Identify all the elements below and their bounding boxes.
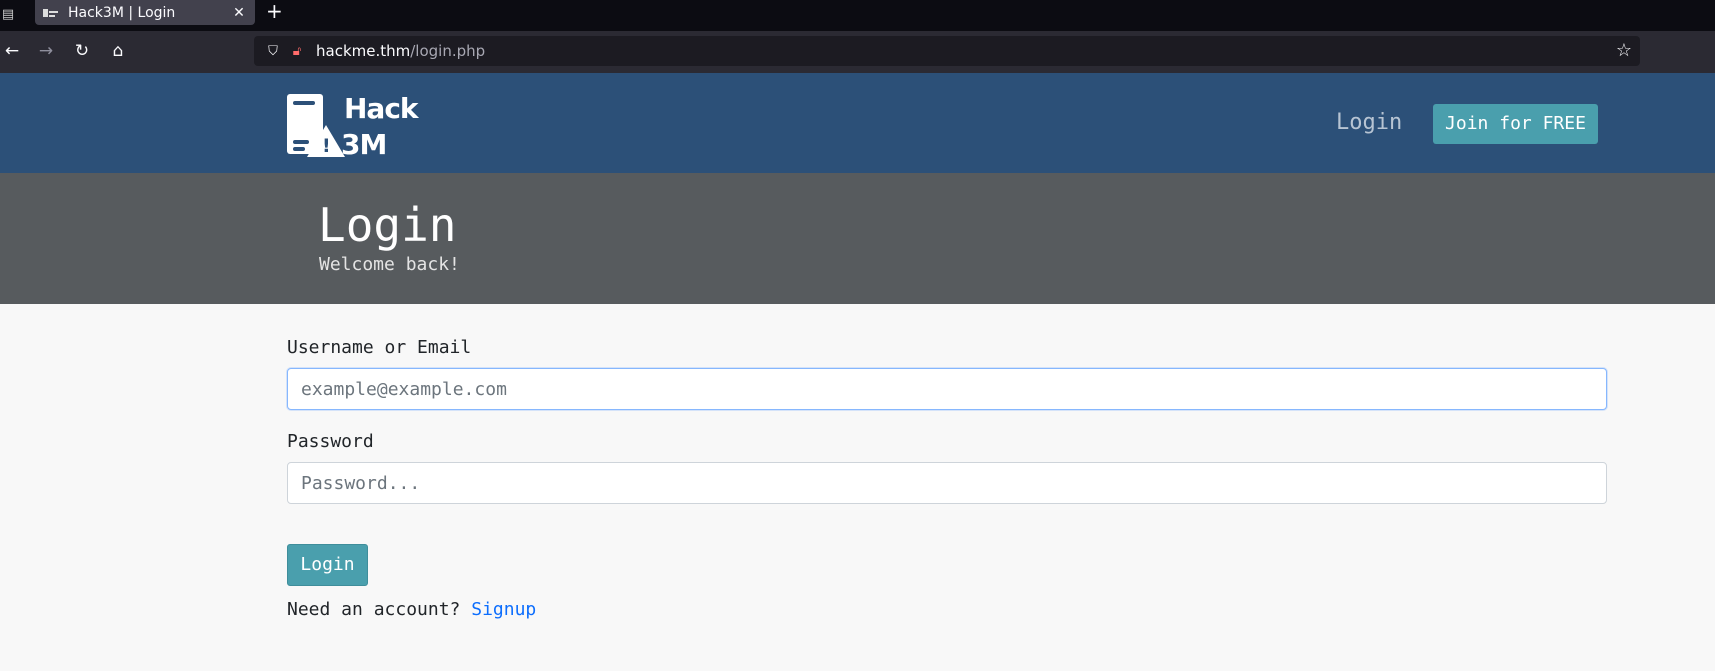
join-free-button[interactable]: Join for FREE — [1433, 104, 1598, 144]
logo-line-1: Hack — [344, 92, 419, 125]
logo-text: Hack 3M — [341, 91, 419, 163]
close-tab-icon[interactable]: ✕ — [231, 5, 247, 21]
bookmark-star-icon[interactable]: ☆ — [1616, 40, 1632, 61]
tab-title: Hack3M | Login — [68, 4, 176, 21]
account-prompt-text: Need an account? — [287, 599, 461, 620]
forward-icon[interactable]: → — [34, 39, 58, 63]
lock-icon[interactable]: 🔓︎ — [288, 44, 306, 59]
signup-prompt: Need an account? Signup — [287, 598, 536, 622]
login-submit-button[interactable]: Login — [287, 544, 368, 586]
browser-nav-bar: ← → ↻ ⌂ ⛉ 🔓︎ hackme.thm/login.php ☆ — [0, 31, 1715, 73]
site-header: ! Hack 3M Login Join for FREE — [0, 73, 1715, 173]
url-host: hackme.thm — [316, 42, 411, 60]
page-title: Login — [318, 198, 457, 252]
username-input[interactable] — [287, 368, 1607, 410]
page-subtitle: Welcome back! — [319, 254, 460, 275]
new-tab-icon[interactable]: + — [266, 0, 283, 25]
site-logo[interactable]: ! Hack 3M — [287, 91, 427, 161]
page-banner: Login Welcome back! — [0, 173, 1715, 304]
url-bar[interactable]: ⛉ 🔓︎ hackme.thm/login.php ☆ — [254, 36, 1640, 66]
password-label: Password — [287, 431, 374, 452]
signup-link[interactable]: Signup — [471, 599, 536, 620]
reload-icon[interactable]: ↻ — [70, 39, 94, 63]
login-form: Username or Email Password Login Need an… — [0, 304, 1715, 671]
nav-login-link[interactable]: Login — [1336, 107, 1402, 139]
favicon-icon — [43, 7, 59, 19]
home-icon[interactable]: ⌂ — [106, 39, 130, 63]
url-text[interactable]: hackme.thm/login.php — [316, 42, 485, 60]
back-icon[interactable]: ← — [0, 39, 24, 63]
tab-list-icon[interactable]: ▤ — [0, 4, 16, 26]
logo-line-2: 3M — [341, 128, 387, 161]
shield-icon[interactable]: ⛉ — [264, 44, 282, 59]
browser-tab-bar: ▤ Hack3M | Login ✕ + — [0, 0, 1715, 31]
url-path: /login.php — [410, 42, 486, 60]
warning-mark: ! — [322, 135, 331, 157]
browser-tab[interactable]: Hack3M | Login ✕ — [35, 0, 255, 25]
password-input[interactable] — [287, 462, 1607, 504]
username-label: Username or Email — [287, 337, 472, 358]
